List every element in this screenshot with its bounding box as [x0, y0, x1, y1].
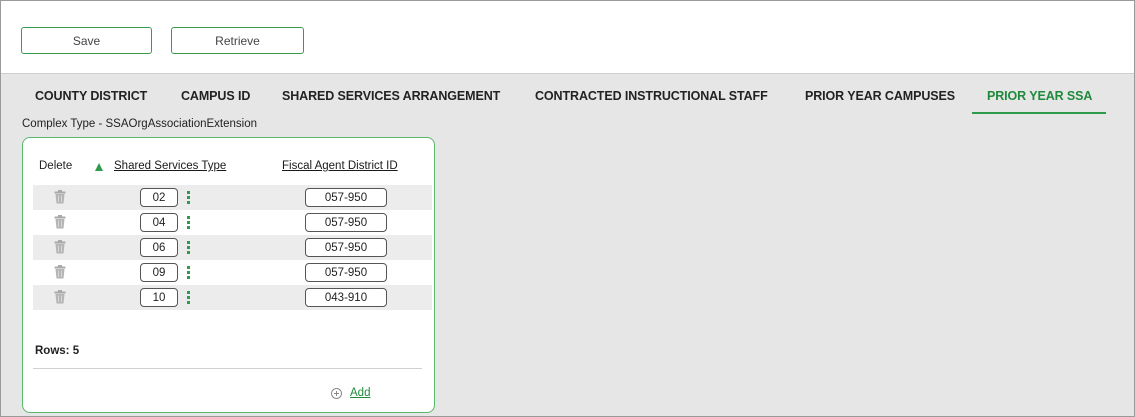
trash-icon[interactable]	[54, 240, 66, 254]
tab-prior-year-campuses[interactable]: PRIOR YEAR CAMPUSES	[805, 89, 955, 103]
add-circle-icon[interactable]	[331, 387, 342, 399]
save-button[interactable]: Save	[21, 27, 152, 54]
kebab-menu-icon[interactable]	[187, 241, 191, 254]
tab-bar: COUNTY DISTRICT CAMPUS ID SHARED SERVICE…	[1, 79, 1134, 117]
trash-icon[interactable]	[54, 190, 66, 204]
tab-prior-year-ssa[interactable]: PRIOR YEAR SSA	[987, 89, 1092, 103]
kebab-menu-icon[interactable]	[187, 291, 191, 304]
table-row: 06 057-950	[33, 235, 432, 260]
kebab-menu-icon[interactable]	[187, 216, 191, 229]
add-link-label[interactable]: Add	[350, 387, 370, 399]
add-row-button[interactable]: Add	[331, 387, 370, 399]
table-row: 10 043-910	[33, 285, 432, 310]
table-row: 04 057-950	[33, 210, 432, 235]
kebab-menu-icon[interactable]	[187, 191, 191, 204]
kebab-menu-icon[interactable]	[187, 266, 191, 279]
shared-services-type-input[interactable]: 10	[140, 288, 178, 307]
toolbar: Save Retrieve	[1, 1, 1134, 74]
trash-icon[interactable]	[54, 290, 66, 304]
tab-shared-services-arrangement[interactable]: SHARED SERVICES ARRANGEMENT	[282, 89, 500, 103]
complex-type-label: Complex Type - SSAOrgAssociationExtensio…	[22, 118, 258, 130]
rows-count: Rows: 5	[35, 345, 80, 357]
trash-icon[interactable]	[54, 265, 66, 279]
sort-ascending-icon[interactable]	[95, 163, 103, 171]
fiscal-agent-district-id-input[interactable]: 057-950	[305, 263, 387, 282]
delete-column-header: Delete	[39, 160, 73, 172]
trash-icon[interactable]	[54, 215, 66, 229]
tab-campus-id[interactable]: CAMPUS ID	[181, 89, 250, 103]
shared-services-type-input[interactable]: 04	[140, 213, 178, 232]
tab-county-district[interactable]: COUNTY DISTRICT	[35, 89, 147, 103]
active-tab-indicator	[972, 112, 1106, 114]
tab-contracted-instructional-staff[interactable]: CONTRACTED INSTRUCTIONAL STAFF	[535, 89, 768, 103]
fiscal-agent-district-id-input[interactable]: 043-910	[305, 288, 387, 307]
app-frame: Save Retrieve COUNTY DISTRICT CAMPUS ID …	[0, 0, 1135, 417]
shared-services-type-header[interactable]: Shared Services Type	[114, 160, 226, 172]
prior-year-ssa-grid: Delete Shared Services Type Fiscal Agent…	[22, 137, 435, 413]
fiscal-agent-district-id-input[interactable]: 057-950	[305, 238, 387, 257]
shared-services-type-input[interactable]: 06	[140, 238, 178, 257]
fiscal-agent-district-id-input[interactable]: 057-950	[305, 213, 387, 232]
shared-services-type-input[interactable]: 02	[140, 188, 178, 207]
table-row: 02 057-950	[33, 185, 432, 210]
retrieve-button[interactable]: Retrieve	[171, 27, 304, 54]
grid-divider	[33, 368, 422, 369]
fiscal-agent-district-id-input[interactable]: 057-950	[305, 188, 387, 207]
table-row: 09 057-950	[33, 260, 432, 285]
grid-rows: 02 057-950 04 057-950 06 057-950 09 057-…	[33, 185, 432, 310]
fiscal-agent-district-id-header[interactable]: Fiscal Agent District ID	[282, 160, 398, 172]
shared-services-type-input[interactable]: 09	[140, 263, 178, 282]
